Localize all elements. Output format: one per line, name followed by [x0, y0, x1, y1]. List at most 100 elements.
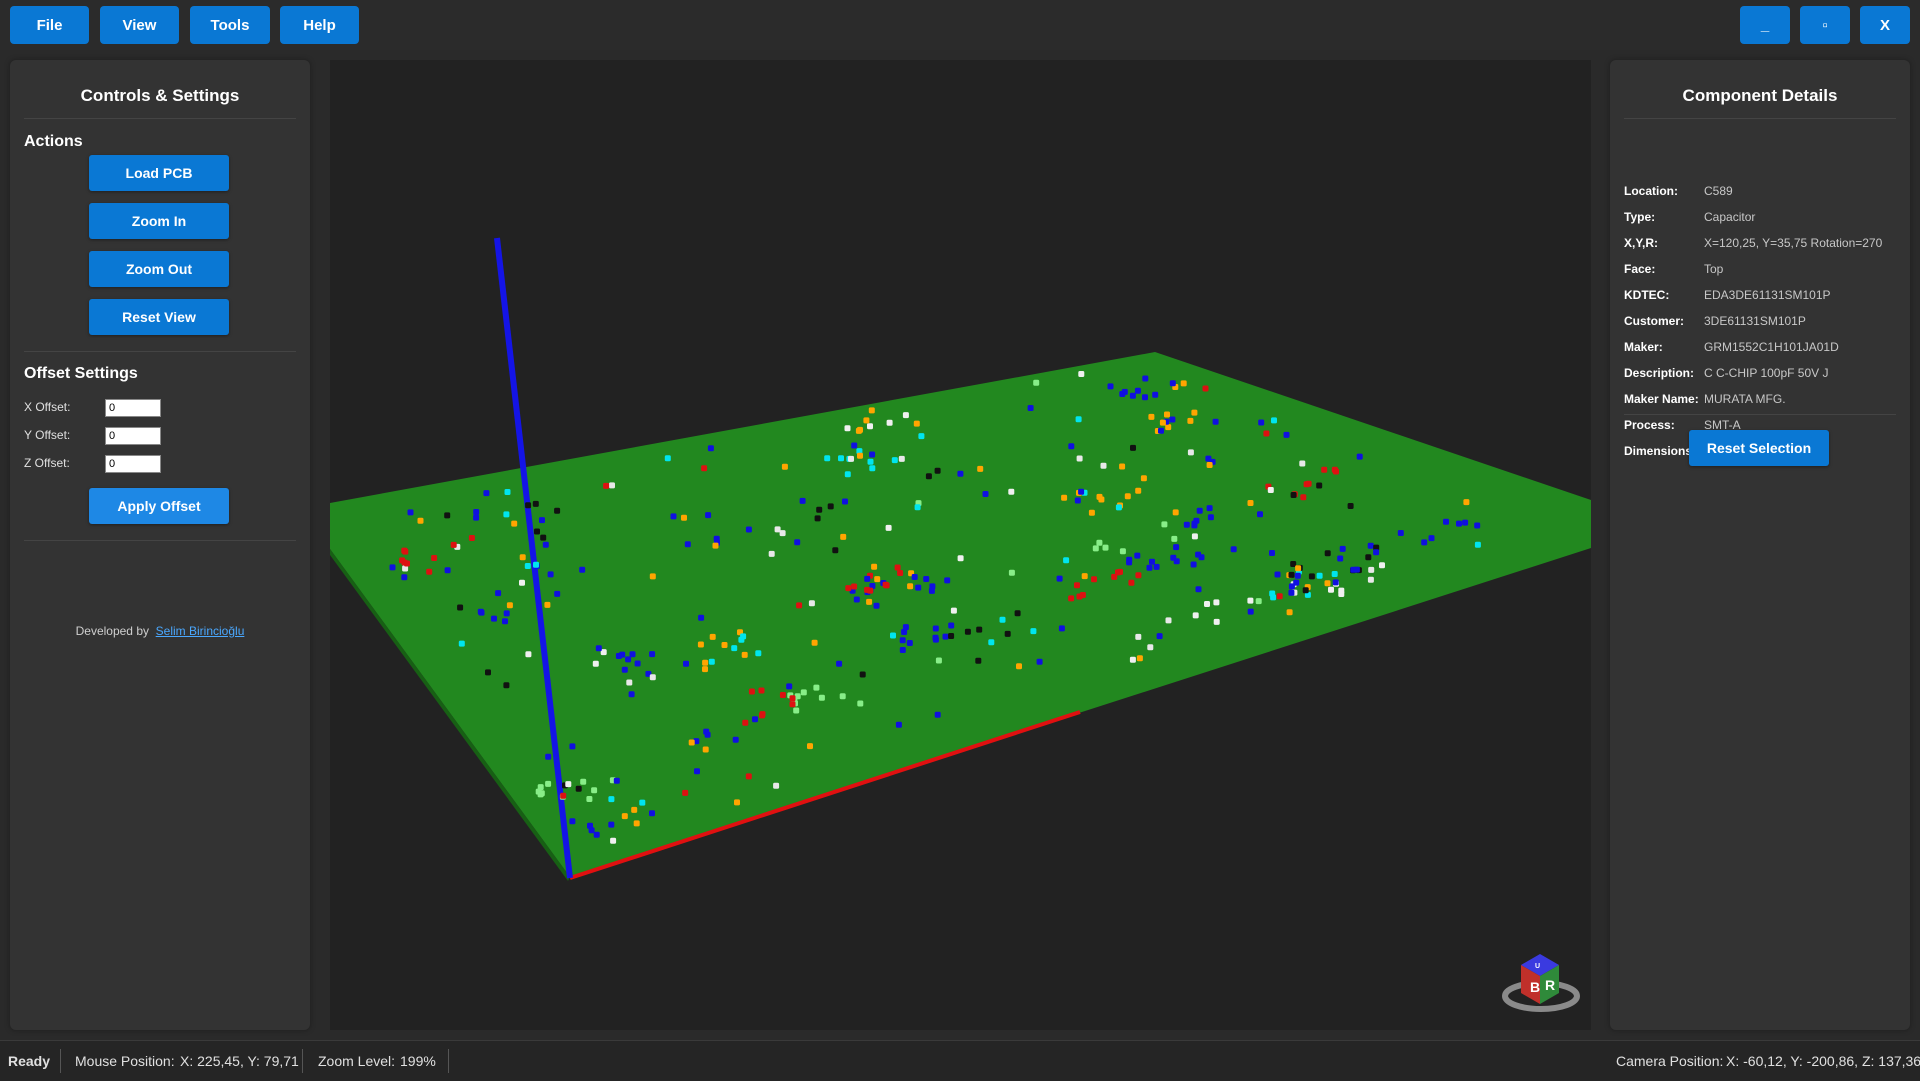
component-marker[interactable] [1337, 555, 1344, 562]
component-marker[interactable] [1140, 475, 1147, 482]
component-marker[interactable] [579, 566, 586, 573]
component-marker[interactable] [793, 707, 800, 714]
component-marker[interactable] [866, 598, 873, 605]
component-marker[interactable] [902, 412, 909, 419]
component-marker[interactable] [1164, 411, 1170, 418]
component-marker[interactable] [742, 719, 749, 726]
component-marker[interactable] [1153, 563, 1160, 570]
component-marker[interactable] [857, 452, 863, 459]
component-marker[interactable] [633, 820, 640, 827]
component-marker[interactable] [1247, 608, 1254, 615]
component-marker[interactable] [794, 539, 801, 546]
component-marker[interactable] [1195, 551, 1202, 558]
component-marker[interactable] [977, 465, 984, 472]
component-marker[interactable] [1121, 388, 1128, 395]
component-marker[interactable] [1180, 380, 1187, 387]
component-marker[interactable] [874, 576, 881, 583]
component-marker[interactable] [1169, 416, 1176, 423]
component-marker[interactable] [1421, 539, 1428, 546]
component-marker[interactable] [533, 561, 539, 568]
component-marker[interactable] [537, 784, 544, 791]
component-marker[interactable] [1076, 455, 1083, 462]
component-marker[interactable] [755, 650, 762, 657]
component-marker[interactable] [731, 645, 738, 652]
component-marker[interactable] [832, 547, 839, 554]
component-marker[interactable] [670, 513, 677, 520]
component-marker[interactable] [1202, 385, 1209, 392]
component-marker[interactable] [702, 666, 708, 673]
component-marker[interactable] [1338, 587, 1345, 594]
component-marker[interactable] [554, 507, 561, 514]
component-marker[interactable] [855, 427, 862, 434]
component-marker[interactable] [799, 497, 806, 504]
component-marker[interactable] [1129, 392, 1136, 399]
component-marker[interactable] [554, 590, 561, 597]
component-marker[interactable] [697, 641, 704, 648]
component-marker[interactable] [1397, 530, 1404, 536]
component-marker[interactable] [473, 514, 480, 521]
component-marker[interactable] [925, 473, 932, 480]
component-marker[interactable] [1014, 610, 1021, 617]
component-marker[interactable] [857, 700, 864, 707]
component-marker[interactable] [745, 773, 752, 780]
orientation-cube[interactable]: B R U [1502, 954, 1580, 1012]
component-marker[interactable] [639, 799, 646, 806]
component-marker[interactable] [895, 721, 902, 728]
component-marker[interactable] [626, 679, 633, 686]
component-marker[interactable] [1124, 493, 1131, 500]
component-marker[interactable] [781, 463, 788, 470]
component-marker[interactable] [999, 616, 1006, 623]
component-marker[interactable] [740, 633, 747, 640]
component-marker[interactable] [534, 528, 540, 535]
component-marker[interactable] [1148, 413, 1155, 420]
component-marker[interactable] [503, 511, 510, 518]
component-marker[interactable] [544, 601, 551, 608]
component-marker[interactable] [625, 656, 632, 663]
component-marker[interactable] [698, 614, 705, 621]
component-marker[interactable] [649, 573, 656, 580]
component-marker[interactable] [942, 633, 949, 640]
component-marker[interactable] [1187, 449, 1194, 456]
component-marker[interactable] [483, 490, 490, 497]
component-marker[interactable] [864, 575, 871, 582]
component-marker[interactable] [540, 534, 547, 541]
component-marker[interactable] [1463, 499, 1470, 506]
component-marker[interactable] [407, 509, 414, 516]
component-marker[interactable] [1147, 644, 1154, 651]
component-marker[interactable] [827, 503, 834, 510]
component-marker[interactable] [1247, 597, 1254, 604]
component-marker[interactable] [1190, 561, 1197, 568]
component-marker[interactable] [1079, 592, 1086, 598]
component-marker[interactable] [1331, 571, 1338, 577]
component-marker[interactable] [1117, 568, 1123, 575]
component-marker[interactable] [1016, 663, 1022, 670]
component-marker[interactable] [1170, 554, 1177, 561]
component-marker[interactable] [503, 610, 510, 617]
zoom-out-button[interactable]: Zoom Out [89, 251, 229, 287]
component-marker[interactable] [1169, 380, 1176, 387]
component-marker[interactable] [712, 542, 719, 549]
component-marker[interactable] [848, 455, 854, 462]
component-marker[interactable] [1365, 554, 1372, 561]
component-marker[interactable] [621, 813, 628, 820]
component-marker[interactable] [957, 555, 964, 562]
component-marker[interactable] [1379, 562, 1385, 569]
component-marker[interactable] [681, 514, 687, 521]
component-marker[interactable] [1068, 443, 1075, 450]
component-marker[interactable] [752, 716, 758, 723]
zoom-in-button[interactable]: Zoom In [89, 203, 229, 239]
component-marker[interactable] [444, 567, 451, 574]
component-marker[interactable] [786, 683, 793, 690]
component-marker[interactable] [1195, 586, 1202, 593]
component-marker[interactable] [773, 782, 780, 789]
component-marker[interactable] [868, 407, 875, 414]
component-marker[interactable] [964, 628, 971, 635]
component-marker[interactable] [1096, 539, 1103, 546]
component-marker[interactable] [569, 818, 576, 825]
component-marker[interactable] [503, 682, 510, 689]
close-button[interactable]: X [1860, 6, 1910, 44]
component-marker[interactable] [1294, 572, 1301, 579]
component-marker[interactable] [1191, 409, 1198, 416]
component-marker[interactable] [595, 645, 602, 652]
component-marker[interactable] [1269, 590, 1276, 597]
